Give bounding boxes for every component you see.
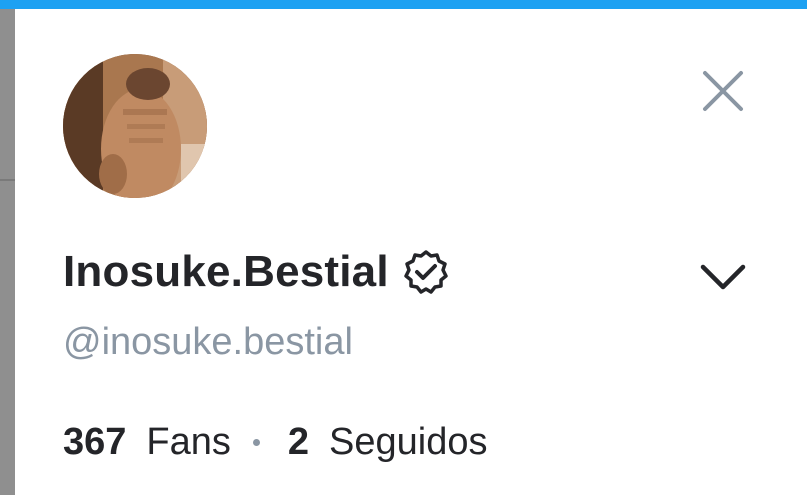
- close-icon: [703, 71, 743, 111]
- expand-accounts-button[interactable]: [695, 249, 751, 305]
- chevron-down-icon: [700, 264, 746, 290]
- username[interactable]: @inosuke.bestial: [63, 321, 353, 364]
- following-count[interactable]: 2: [288, 421, 309, 464]
- display-name-row: Inosuke.Bestial: [63, 243, 449, 301]
- following-label[interactable]: Seguidos: [329, 421, 487, 464]
- background-page-overlay: [0, 9, 15, 495]
- verified-badge-icon: [404, 250, 448, 294]
- top-accent-bar: [0, 0, 807, 9]
- avatar-photo: [63, 54, 207, 198]
- fans-count[interactable]: 367: [63, 421, 126, 464]
- profile-drawer: Inosuke.Bestial @inosuke.bestial 367 Fan…: [15, 9, 807, 495]
- display-name[interactable]: Inosuke.Bestial: [63, 247, 389, 297]
- avatar[interactable]: [63, 54, 207, 198]
- background-divider: [0, 179, 15, 181]
- profile-stats: 367 Fans 2 Seguidos: [63, 421, 488, 464]
- close-button[interactable]: [699, 67, 747, 115]
- separator-dot: [252, 439, 260, 446]
- fans-label[interactable]: Fans: [146, 421, 230, 464]
